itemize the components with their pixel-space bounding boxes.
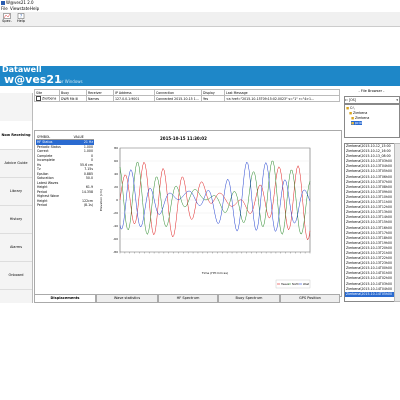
folder-icon: ■ <box>351 121 355 125</box>
buoy-table: Site Buoy Receiver IP Address Connection… <box>34 89 340 102</box>
stats-table: SYMBOL VALUE HF Status 21 Hz Periodic Statu… <box>36 135 94 208</box>
cell-receiver: Names <box>86 95 114 102</box>
y-tick-label: 20 <box>114 185 118 189</box>
sidebar-item-alarms[interactable]: Alarms <box>0 233 32 262</box>
x-axis-label: Time (HH:mm:ss) <box>201 271 228 275</box>
file-list-item[interactable]: Zierbena\2015-10-13T07h00 <box>345 180 395 185</box>
y-tick-label: 80 <box>114 146 118 150</box>
spectrum-button-label: Spec. <box>2 19 12 23</box>
cell-connection: Connected 2015-10-15 1... <box>154 95 202 102</box>
y-tick-label: 60 <box>114 159 118 163</box>
file-list-item[interactable]: Zierbena\2015-10-14T04h00 <box>345 287 395 292</box>
cell-site-text: Zierbena <box>42 96 57 101</box>
file-list-item[interactable]: Zierbena\2015-10-13T16h00 <box>345 226 395 231</box>
folder-tree-label: Zierbena <box>355 116 370 120</box>
help-button-label: Help <box>17 19 25 23</box>
folder-tree-label: pcid <box>355 121 362 125</box>
y-tick-label: -20 <box>113 211 118 215</box>
cell-buoy: DWR Mk III <box>59 95 87 102</box>
brand-banner: Datawell w@ves21 for Windows <box>0 65 400 86</box>
file-list-item[interactable]: Zierbena\2015-10-14T03h00 <box>345 282 395 287</box>
stats-row[interactable]: Period (8.1s) <box>36 203 94 208</box>
product-name: w@ves21 <box>4 73 62 86</box>
toolbar: Spec. ? Help <box>0 12 400 27</box>
sidebar: Now Receiving Advice Guide Library Histo… <box>0 93 33 303</box>
file-list-item[interactable]: Zierbena\2015-10-13T15h00 <box>345 220 395 225</box>
sidebar-item-now-receiving[interactable]: Now Receiving <box>0 121 32 150</box>
folder-icon: ■ <box>351 116 355 120</box>
folder-tree-label: Zierbena <box>353 111 368 115</box>
y-tick-label: 0 <box>116 198 118 202</box>
drive-select-value: c: [OS] <box>345 98 356 102</box>
file-list-item[interactable]: Zierbena\2015-10-14T05h00 <box>345 291 395 297</box>
folder-tree-item[interactable]: ■ pcid <box>351 121 362 125</box>
tab-displacements[interactable]: Displacements <box>34 294 96 303</box>
folder-tree-label: C:\ <box>350 106 355 110</box>
y-tick-label: -60 <box>113 237 118 241</box>
folder-tree-item[interactable]: ■ C:\ <box>346 106 354 110</box>
file-browser-title: - File Browser - <box>358 89 385 93</box>
cell-site: Zierbena <box>34 95 60 102</box>
sidebar-item-history[interactable]: History <box>0 205 32 234</box>
folder-tree-item[interactable]: ■ Zierbena <box>351 116 369 120</box>
stats-value: (8.1s) <box>83 203 93 208</box>
displacement-chart: -80 -60 -40 -20 0 20 40 60 80 Elevation [cm] Time … <box>99 146 311 289</box>
stats-symbol: Period <box>37 203 47 208</box>
folder-tree: ■ C:\ ■ Zierbena ■ Zierbena ■ pcid <box>344 104 400 138</box>
file-list-item[interactable]: Zierbena\2015-10-13T05h00 <box>345 169 395 174</box>
y-tick-label: -40 <box>113 224 118 228</box>
spectrum-button[interactable]: Spec. <box>1 13 13 25</box>
file-list-item[interactable]: Zierbena\2015-10-14T02h00 <box>345 276 395 281</box>
file-list-item[interactable]: Zierbena\2015-10-13T17h00 <box>345 231 395 236</box>
tab-hf-spectrum[interactable]: HF Spectrum <box>158 294 218 303</box>
chevron-down-icon: ▾ <box>396 98 398 102</box>
cell-ip: 127.0.0.1:9001 <box>113 95 155 102</box>
cell-last-message: <a href="2015-10-15T09:15:02.0023" s="1"… <box>224 95 340 102</box>
app-icon <box>1 1 5 5</box>
tab-bar: Displacements Wave statistics HF Spectru… <box>34 294 340 303</box>
sidebar-item-library[interactable]: Library <box>0 177 32 206</box>
chart-title: 2015-10-15 11:30:02 <box>160 136 207 141</box>
tab-wave-statistics[interactable]: Wave statistics <box>96 294 158 303</box>
folder-tree-item[interactable]: ■ Zierbena <box>349 111 367 115</box>
file-list: Zierbena\2015-10-12_15:00 Zierbena\2015-1… <box>344 143 396 302</box>
legend-label: West <box>303 282 309 286</box>
help-button[interactable]: ? Help <box>15 13 27 25</box>
y-tick-label: -80 <box>113 250 118 254</box>
svg-text:?: ? <box>20 14 22 19</box>
folder-icon: ■ <box>349 111 353 115</box>
sidebar-item-advice-guide[interactable]: Advice Guide <box>0 149 32 178</box>
sidebar-item-onboard[interactable]: Onboard <box>0 261 32 290</box>
y-axis-label: Elevation [cm] <box>99 189 103 211</box>
file-list-item[interactable]: Zierbena\2015-10-13T06h00 <box>345 175 395 180</box>
drive-select[interactable]: c: [OS] ▾ <box>344 96 400 104</box>
legend-label: North <box>292 282 299 286</box>
checkbox-icon[interactable] <box>36 96 41 101</box>
y-tick-label: 40 <box>114 172 118 176</box>
table-row[interactable]: Zierbena DWR Mk III Names 127.0.0.1:9001… <box>34 95 340 102</box>
file-list-scrollbar[interactable] <box>394 143 400 302</box>
folder-icon: ■ <box>346 106 350 110</box>
tab-buoy-spectrum[interactable]: Buoy Spectrum <box>218 294 280 303</box>
product-tagline: for Windows <box>58 79 83 84</box>
cell-display: Yes <box>201 95 225 102</box>
tab-gps-position[interactable]: GPS Position <box>280 294 340 303</box>
